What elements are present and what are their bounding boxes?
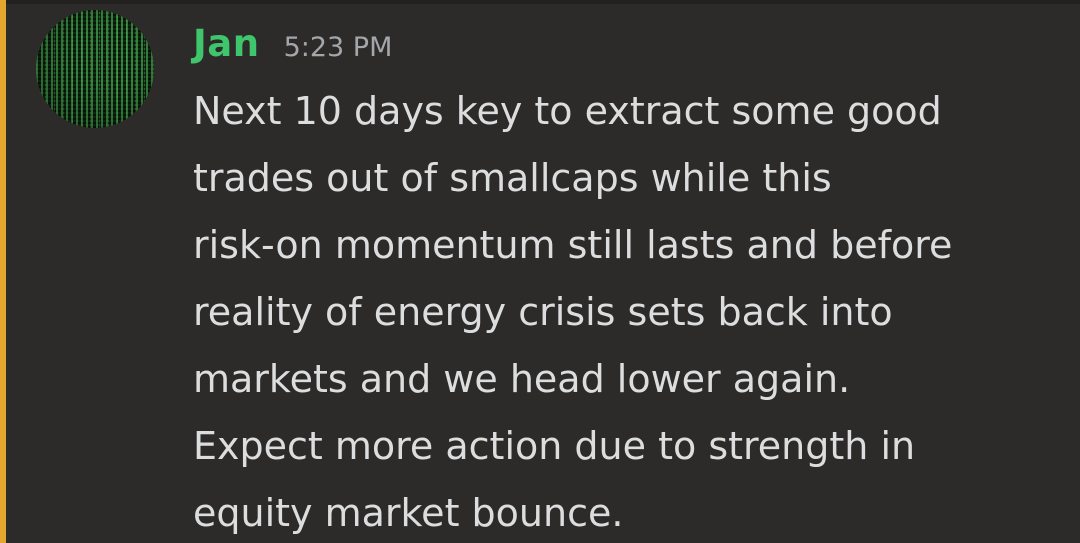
avatar[interactable] (36, 10, 154, 128)
message-timestamp[interactable]: 5:23 PM (284, 32, 393, 63)
message-line: reality of energy crisis sets back into (193, 290, 893, 334)
divider (0, 0, 1080, 4)
message-line: markets and we head lower again. (193, 357, 851, 401)
message-content: Next 10 days key to extract some good tr… (193, 78, 1073, 543)
message-line: risk-on momentum still lasts and before (193, 223, 953, 267)
message-line: Next 10 days key to extract some good (193, 89, 942, 133)
matrix-code-avatar-icon (36, 10, 154, 128)
mention-highlight-bar (0, 0, 6, 543)
message-header: Jan 5:23 PM (193, 22, 392, 70)
message-line: Expect more action due to strength in (193, 424, 916, 468)
message-line: trades out of smallcaps while this (193, 156, 832, 200)
author-name[interactable]: Jan (193, 22, 260, 65)
chat-message: Jan 5:23 PM Next 10 days key to extract … (0, 0, 1080, 543)
message-line: equity market bounce. (193, 491, 624, 535)
